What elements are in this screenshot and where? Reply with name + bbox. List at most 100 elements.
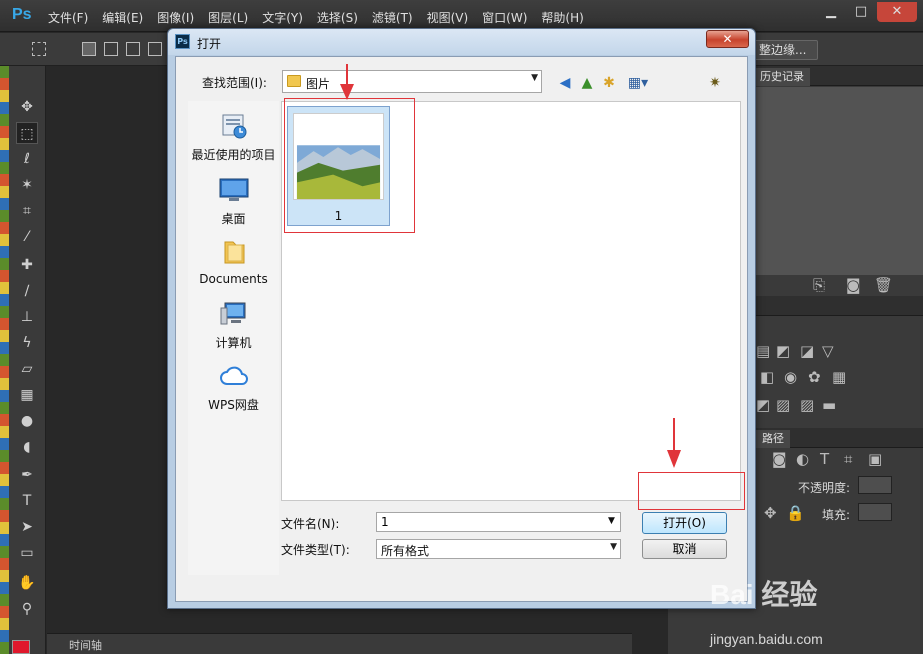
minimize-button[interactable]: ▁ (817, 2, 845, 22)
opacity-input[interactable] (858, 476, 892, 494)
maximize-button[interactable]: □ (847, 2, 875, 22)
background-image-strip (0, 66, 9, 654)
chevron-down-icon[interactable]: ▼ (531, 73, 538, 83)
curves-icon[interactable]: ◩ (776, 342, 790, 360)
shape-tool-icon[interactable]: ▭ (16, 542, 38, 564)
gradient-tool-icon[interactable]: ▦ (16, 384, 38, 406)
folder-icon (287, 75, 301, 87)
lock-all-icon[interactable]: 🔒 (786, 504, 805, 522)
menu-filter[interactable]: 滤镜(T) (372, 9, 413, 26)
path-select-tool-icon[interactable]: ➤ (16, 516, 38, 538)
color-lookup-icon[interactable]: ▦ (832, 368, 846, 386)
fill-input[interactable] (858, 503, 892, 521)
shape-filter-icon[interactable]: ⌗ (844, 450, 852, 468)
exposure-icon[interactable]: ◪ (800, 342, 814, 360)
file-type-field-label: 文件类型(T): (281, 543, 350, 557)
menu-view[interactable]: 视图(V) (427, 9, 469, 26)
selective-color-icon[interactable]: ▬ (822, 396, 836, 414)
type-filter-icon[interactable]: T (820, 450, 829, 468)
foreground-color-swatch[interactable] (12, 640, 30, 654)
look-in-dropdown[interactable]: 图片 ▼ (282, 70, 542, 93)
gradient-map-icon[interactable]: ▽ (822, 342, 834, 360)
places-bar: 最近使用的项目 桌面 Documents 计算机 WPS网盘 (188, 101, 279, 575)
menu-image[interactable]: 图像(I) (157, 9, 194, 26)
open-button[interactable]: 打开(O) (642, 512, 727, 534)
pen-tool-icon[interactable]: ✒ (16, 464, 38, 486)
chevron-down-icon[interactable]: ▼ (610, 542, 617, 552)
lock-position-icon[interactable]: ✥ (764, 504, 777, 522)
place-label: 桌面 (221, 212, 246, 226)
new-folder-icon[interactable]: ✱ (600, 74, 618, 92)
annotation-highlight-file (284, 98, 415, 233)
blur-tool-icon[interactable]: ● (16, 410, 38, 432)
menu-edit[interactable]: 编辑(E) (102, 9, 143, 26)
refine-edge-button[interactable]: 整边缘... (752, 40, 818, 60)
favorites-icon[interactable]: ✷ (706, 74, 724, 92)
close-button[interactable]: ✕ (877, 2, 917, 22)
eyedropper-tool-icon[interactable]: ⁄ (16, 226, 38, 248)
file-type-select[interactable]: 所有格式 ▼ (376, 539, 621, 559)
new-snapshot-icon[interactable]: ⎘ (813, 276, 825, 294)
posterize-icon[interactable]: ▨ (776, 396, 790, 414)
place-label: Documents (199, 272, 268, 286)
new-selection-icon[interactable] (82, 42, 96, 56)
smart-object-filter-icon[interactable]: ▣ (868, 450, 882, 468)
healing-tool-icon[interactable]: ✚ (16, 254, 38, 276)
adjustment-filter-icon[interactable]: ◐ (796, 450, 809, 468)
wps-cloud-icon (219, 366, 248, 385)
intersect-selection-icon[interactable] (148, 42, 162, 56)
file-name-input[interactable] (376, 512, 621, 532)
lasso-tool-icon[interactable]: ℓ (16, 148, 38, 170)
dodge-tool-icon[interactable]: ◖ (16, 436, 38, 458)
watermark-url: jingyan.baidu.com (710, 631, 823, 647)
zoom-tool-icon[interactable]: ⚲ (16, 598, 38, 620)
camera-icon[interactable]: ◙ (846, 276, 861, 294)
magic-wand-tool-icon[interactable]: ✶ (16, 174, 38, 196)
place-recent[interactable]: 最近使用的项目 (188, 113, 279, 163)
threshold-icon[interactable]: ▨ (800, 396, 814, 414)
up-folder-icon[interactable]: ▲ (578, 74, 596, 92)
place-computer[interactable]: 计算机 (188, 301, 279, 351)
chevron-down-icon[interactable]: ▼ (608, 516, 615, 526)
photo-filter-icon[interactable]: ◉ (784, 368, 797, 386)
back-icon[interactable]: ◀ (556, 74, 574, 92)
move-tool-icon[interactable]: ✥ (16, 96, 38, 118)
history-tab[interactable]: 历史记录 (754, 68, 810, 86)
type-tool-icon[interactable]: T (16, 490, 38, 512)
place-documents[interactable]: Documents (188, 239, 279, 286)
channel-mixer-icon[interactable]: ✿ (808, 368, 821, 386)
brush-tool-icon[interactable]: ∕ (16, 280, 38, 302)
hand-tool-icon[interactable]: ✋ (16, 572, 38, 594)
levels-icon[interactable]: ▤ (756, 342, 770, 360)
history-brush-tool-icon[interactable]: ϟ (16, 332, 38, 354)
color-balance-icon[interactable]: ◧ (760, 368, 774, 386)
crop-tool-icon[interactable]: ⌗ (16, 200, 38, 222)
trash-icon[interactable]: 🗑 (874, 276, 893, 294)
menu-help[interactable]: 帮助(H) (541, 9, 583, 26)
invert-icon[interactable]: ◩ (756, 396, 770, 414)
file-type-value: 所有格式 (381, 544, 430, 558)
timeline-tab[interactable]: 时间轴 (69, 637, 102, 653)
marquee-tool-icon[interactable]: ⬚ (16, 122, 38, 144)
add-selection-icon[interactable] (104, 42, 118, 56)
view-menu-icon[interactable]: ▦▾ (624, 74, 652, 92)
place-wps-cloud[interactable]: WPS网盘 (188, 363, 279, 413)
marquee-preset-icon[interactable] (32, 42, 46, 56)
menu-file[interactable]: 文件(F) (48, 9, 88, 26)
stamp-tool-icon[interactable]: ⊥ (16, 306, 38, 328)
dialog-titlebar[interactable]: Ps 打开 ✕ (168, 29, 755, 55)
cancel-button[interactable]: 取消 (642, 539, 727, 559)
dialog-close-button[interactable]: ✕ (706, 30, 749, 48)
menu-layer[interactable]: 图层(L) (208, 9, 248, 26)
menu-window[interactable]: 窗口(W) (482, 9, 527, 26)
recent-items-icon (222, 114, 246, 139)
place-desktop[interactable]: 桌面 (188, 177, 279, 227)
pixel-filter-icon[interactable]: ◙ (772, 450, 787, 468)
eraser-tool-icon[interactable]: ▱ (16, 358, 38, 380)
paths-tab[interactable]: 路径 (756, 430, 790, 448)
timeline-panel: 时间轴 (47, 633, 632, 654)
subtract-selection-icon[interactable] (126, 42, 140, 56)
watermark-brand: Bai 经验 (710, 579, 818, 610)
menu-type[interactable]: 文字(Y) (262, 9, 303, 26)
menu-select[interactable]: 选择(S) (317, 9, 358, 26)
